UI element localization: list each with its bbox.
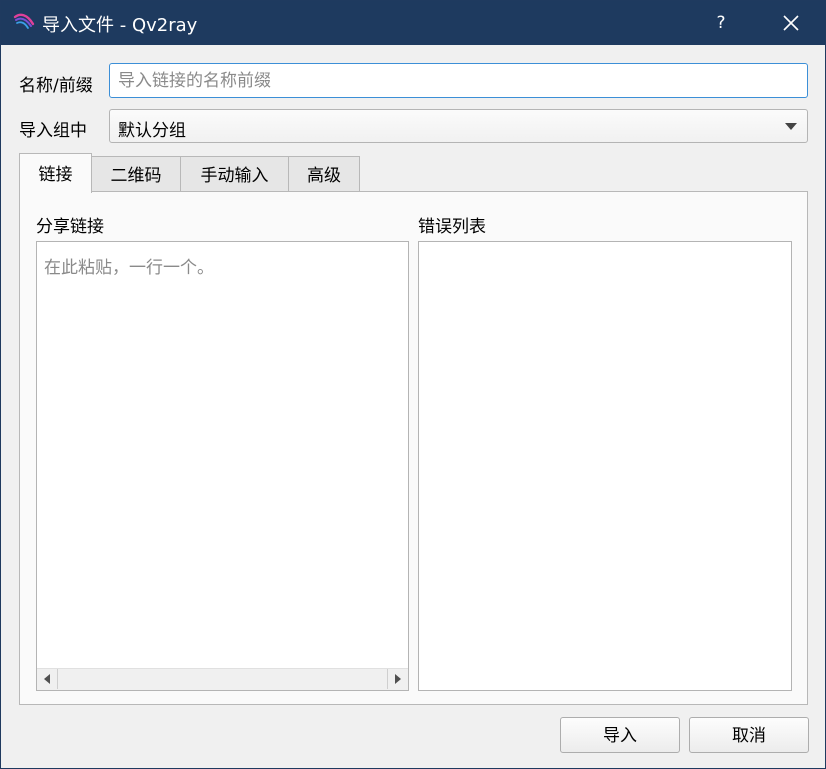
error-list[interactable] xyxy=(418,241,792,691)
name-prefix-label: 名称/前缀 xyxy=(19,76,93,96)
tab-link[interactable]: 链接 xyxy=(19,153,92,193)
tab-advanced[interactable]: 高级 xyxy=(288,156,360,192)
cancel-button[interactable]: 取消 xyxy=(689,717,809,753)
link-tab-pane: 分享链接 错误列表 在此粘贴，一行一个。 xyxy=(19,191,808,705)
close-button[interactable] xyxy=(765,1,817,45)
share-link-placeholder: 在此粘贴，一行一个。 xyxy=(44,258,214,278)
arrow-left-icon[interactable] xyxy=(37,669,58,689)
tab-qrcode[interactable]: 二维码 xyxy=(91,156,181,192)
title-bar: 导入文件 - Qv2ray ? xyxy=(1,1,825,45)
horizontal-scrollbar[interactable] xyxy=(37,668,408,690)
chevron-down-icon xyxy=(785,123,797,130)
window-title: 导入文件 - Qv2ray xyxy=(42,15,198,36)
tab-manual-input[interactable]: 手动输入 xyxy=(180,156,289,192)
arrow-right-icon[interactable] xyxy=(387,669,408,689)
help-button[interactable]: ? xyxy=(701,1,741,45)
name-prefix-input[interactable] xyxy=(109,63,808,98)
share-link-label: 分享链接 xyxy=(36,217,104,237)
import-dialog: 导入文件 - Qv2ray ? 名称/前缀 导入组中 默认分组 链接 二维码 手… xyxy=(0,0,826,769)
error-list-label: 错误列表 xyxy=(418,217,486,237)
import-button[interactable]: 导入 xyxy=(560,717,680,753)
import-group-value: 默认分组 xyxy=(118,121,186,141)
close-icon xyxy=(783,15,799,31)
import-group-label: 导入组中 xyxy=(19,121,87,141)
share-link-textarea[interactable]: 在此粘贴，一行一个。 xyxy=(36,241,409,691)
import-group-select[interactable]: 默认分组 xyxy=(109,109,808,143)
qv2ray-feather-icon xyxy=(13,11,35,33)
